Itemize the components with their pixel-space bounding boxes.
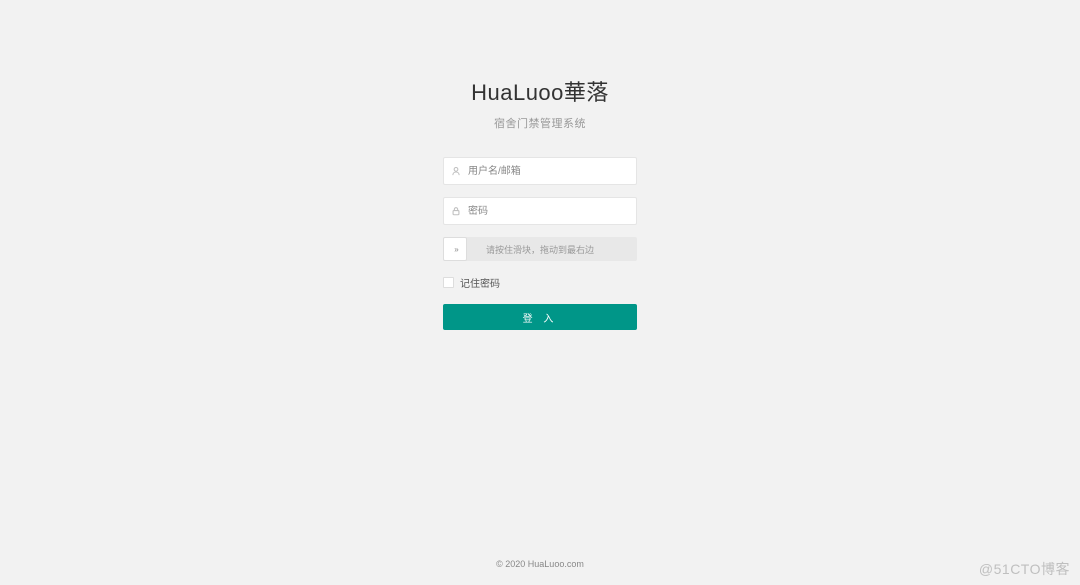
remember-row: 记住密码 bbox=[443, 275, 637, 290]
page-title: HuaLuoo華落 bbox=[471, 75, 609, 107]
login-button[interactable]: 登 入 bbox=[443, 304, 637, 330]
username-input[interactable] bbox=[468, 158, 636, 184]
slider-handle[interactable]: » bbox=[443, 237, 467, 261]
login-container: HuaLuoo華落 宿舍门禁管理系统 » 请按住滑块，拖动到最右边 记住密码 登… bbox=[0, 0, 1080, 330]
remember-label: 记住密码 bbox=[460, 275, 500, 290]
chevron-right-icon: » bbox=[454, 245, 455, 254]
login-form: » 请按住滑块，拖动到最右边 记住密码 登 入 bbox=[443, 157, 637, 330]
footer-copyright: © 2020 HuaLuoo.com bbox=[0, 559, 1080, 569]
captcha-slider[interactable]: » 请按住滑块，拖动到最右边 bbox=[443, 237, 637, 261]
page-subtitle: 宿舍门禁管理系统 bbox=[494, 115, 586, 131]
watermark: @51CTO博客 bbox=[979, 559, 1070, 579]
password-input[interactable] bbox=[468, 198, 636, 224]
slider-hint: 请按住滑块，拖动到最右边 bbox=[486, 243, 594, 256]
password-field-wrap bbox=[443, 197, 637, 225]
lock-icon bbox=[444, 206, 468, 216]
user-icon bbox=[444, 166, 468, 176]
remember-checkbox[interactable] bbox=[443, 277, 454, 288]
username-field-wrap bbox=[443, 157, 637, 185]
